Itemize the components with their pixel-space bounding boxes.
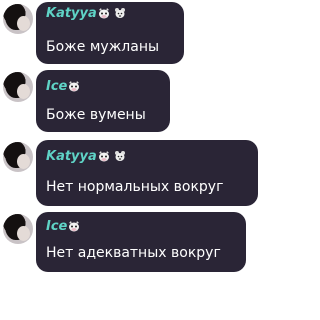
bear-icon (114, 7, 125, 18)
author-name[interactable]: Ice (46, 218, 80, 236)
cow-icon (69, 220, 80, 231)
bear-icon (114, 150, 125, 161)
cow-icon (69, 80, 80, 91)
message-bubble: Ice Боже вумены (36, 70, 170, 132)
message-text: Боже вумены (46, 107, 146, 123)
author-name[interactable]: Katyya (46, 5, 126, 23)
message-text: Нет нормальных вокруг (46, 179, 224, 195)
author-name[interactable]: Ice (46, 78, 80, 96)
avatar[interactable] (3, 4, 33, 34)
message-bubble: Katyya Боже мужланы (36, 2, 184, 64)
author-name[interactable]: Katyya (46, 148, 126, 166)
cow-icon (98, 150, 109, 161)
message-bubble: Ice Нет адекватных вокруг (36, 212, 246, 272)
author-name-text: Katyya (46, 6, 97, 21)
message-bubble: Katyya Нет нормальных вокруг (36, 140, 258, 206)
message-text: Боже мужланы (46, 39, 160, 55)
author-name-text: Ice (46, 79, 68, 94)
avatar[interactable] (3, 214, 33, 244)
author-name-text: Ice (46, 219, 68, 234)
avatar[interactable] (3, 72, 33, 102)
avatar[interactable] (3, 142, 33, 172)
cow-icon (98, 7, 109, 18)
message-text: Нет адекватных вокруг (46, 245, 221, 261)
author-name-text: Katyya (46, 149, 97, 164)
